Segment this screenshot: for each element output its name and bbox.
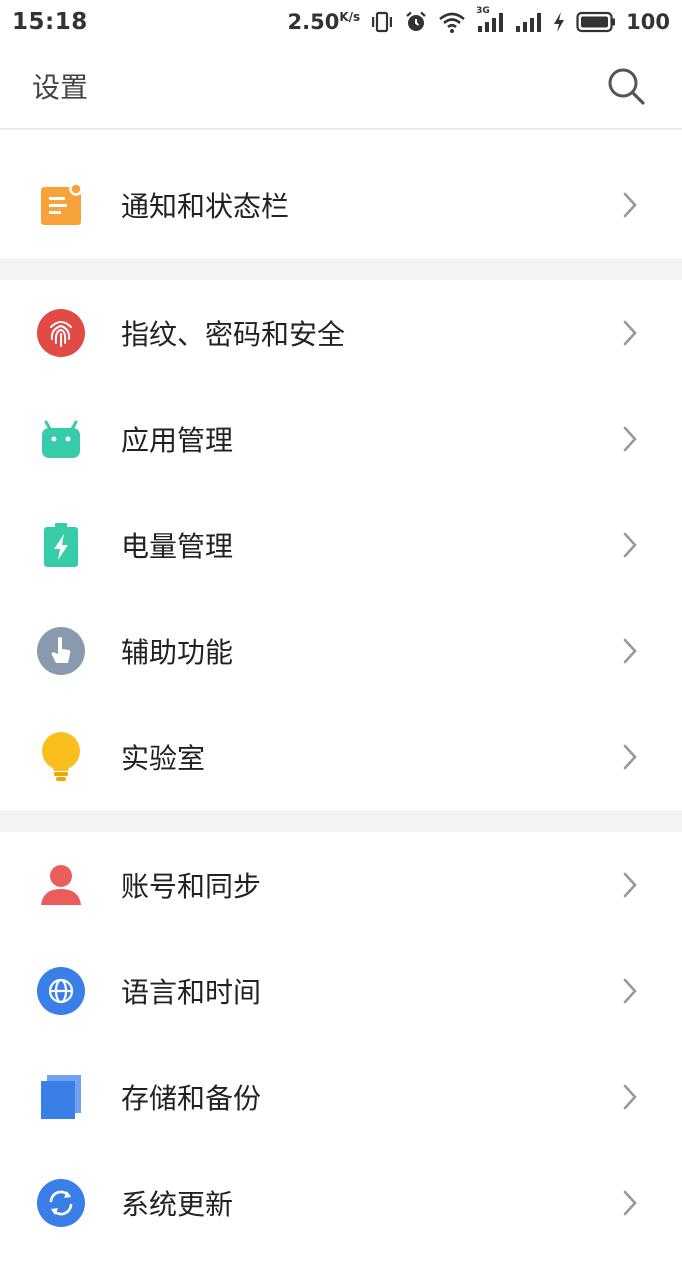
accessibility-icon — [37, 627, 85, 675]
settings-item-label: 存储和备份 — [121, 1082, 262, 1115]
chevron-right-icon — [623, 1084, 637, 1110]
settings-item-label: 账号和同步 — [121, 870, 262, 903]
settings-item-lab[interactable]: 实验室 — [0, 704, 682, 810]
chevron-right-icon — [623, 638, 637, 664]
vibrate-icon — [370, 10, 394, 34]
chevron-right-icon — [623, 744, 637, 770]
settings-item-app-management[interactable]: 应用管理 — [0, 386, 682, 492]
search-icon — [608, 68, 645, 105]
chevron-right-icon — [623, 872, 637, 898]
wifi-icon — [438, 10, 466, 34]
settings-item-system-update[interactable]: 系统更新 — [0, 1150, 682, 1256]
signal-icon — [514, 10, 542, 34]
search-button[interactable] — [602, 62, 650, 110]
top-app-bar: 设置 — [0, 44, 682, 130]
settings-item-account-sync[interactable]: 账号和同步 — [0, 832, 682, 938]
chevron-right-icon — [623, 532, 637, 558]
account-icon — [37, 861, 85, 909]
battery-icon — [37, 521, 85, 569]
settings-item-label: 实验室 — [121, 742, 206, 775]
chevron-right-icon — [623, 192, 637, 218]
settings-item-storage-backup[interactable]: 存储和备份 — [0, 1044, 682, 1150]
chevron-right-icon — [623, 426, 637, 452]
globe-icon — [37, 967, 85, 1015]
settings-section-1: 通知和状态栏 — [0, 132, 682, 258]
alarm-icon — [404, 10, 428, 34]
settings-section-2: 指纹、密码和安全 应用管理 电量管理 辅助功能 实验室 — [0, 280, 682, 810]
settings-section-3: 账号和同步 语言和时间 存储和备份 系统更新 — [0, 832, 682, 1256]
settings-item-label: 辅助功能 — [121, 636, 234, 669]
settings-item-accessibility[interactable]: 辅助功能 — [0, 598, 682, 704]
settings-item-notifications[interactable]: 通知和状态栏 — [0, 152, 682, 258]
settings-item-battery-management[interactable]: 电量管理 — [0, 492, 682, 598]
settings-list: 通知和状态栏 指纹、密码和安全 应用管理 电量管理 辅助功能 实验室 账号和同步… — [0, 132, 682, 1256]
storage-icon — [37, 1073, 85, 1121]
settings-screen: 15:18 2.50K/s 3G 100 设置 通知和状态栏 指纹、密码和安全 … — [0, 0, 682, 1279]
settings-item-label: 语言和时间 — [121, 976, 262, 1009]
battery-status-icon — [576, 11, 616, 33]
chevron-right-icon — [623, 978, 637, 1004]
settings-item-label: 通知和状态栏 — [121, 190, 290, 223]
settings-item-fingerprint-security[interactable]: 指纹、密码和安全 — [0, 280, 682, 386]
status-time: 15:18 — [12, 9, 88, 35]
net-speed: 2.50K/s — [288, 10, 361, 34]
status-icons: 2.50K/s 3G 100 — [288, 6, 671, 34]
net-speed-value: 2.50 — [287, 10, 340, 34]
settings-item-label: 系统更新 — [121, 1188, 234, 1221]
charging-icon — [552, 10, 566, 34]
battery-level: 100 — [626, 10, 670, 34]
fingerprint-icon — [37, 309, 85, 357]
net-speed-unit: K/s — [339, 10, 361, 24]
chevron-right-icon — [623, 320, 637, 346]
settings-item-label: 应用管理 — [121, 424, 234, 457]
settings-item-label: 电量管理 — [121, 530, 234, 563]
section-divider — [0, 258, 682, 280]
signal-3g-icon: 3G — [476, 6, 504, 34]
page-title: 设置 — [32, 71, 89, 104]
notification-icon — [37, 181, 85, 229]
signal-3g-label: 3G — [476, 6, 490, 16]
settings-item-language-time[interactable]: 语言和时间 — [0, 938, 682, 1044]
section-divider — [0, 810, 682, 832]
lightbulb-icon — [37, 732, 85, 781]
update-icon — [37, 1179, 85, 1227]
settings-item-label: 指纹、密码和安全 — [121, 318, 346, 351]
android-icon — [37, 415, 85, 463]
status-bar: 15:18 2.50K/s 3G 100 — [0, 0, 682, 44]
chevron-right-icon — [623, 1190, 637, 1216]
